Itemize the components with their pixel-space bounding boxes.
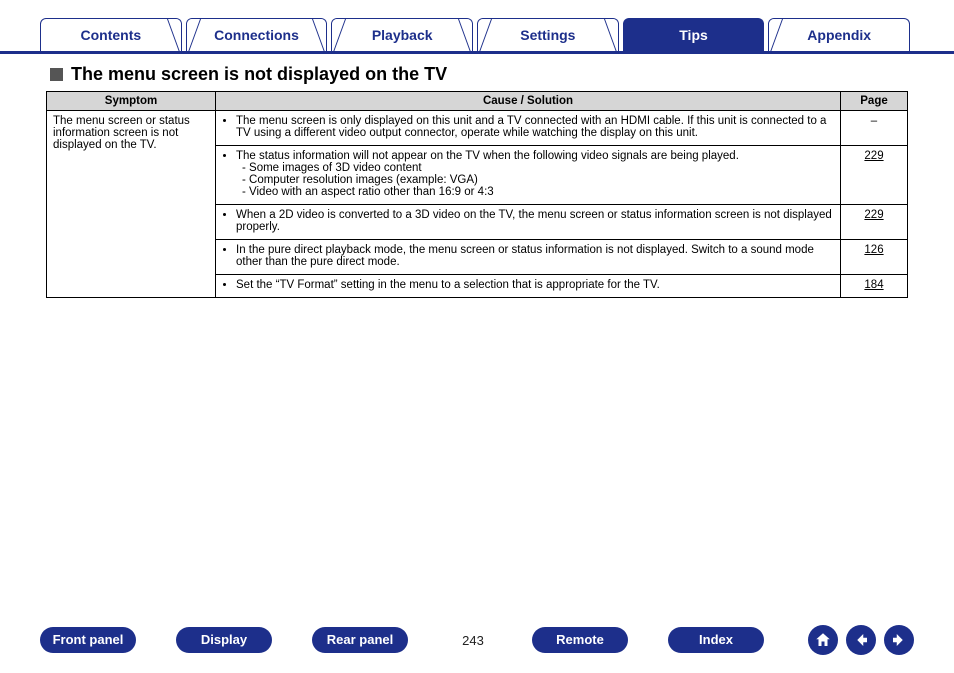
troubleshoot-table: Symptom Cause / Solution Page The menu s…: [46, 91, 908, 298]
section-title: The menu screen is not displayed on the …: [71, 64, 447, 85]
tab-label: Contents: [81, 27, 142, 43]
bullet-square-icon: [50, 68, 63, 81]
page-ref[interactable]: 126: [841, 240, 908, 275]
tab-connections[interactable]: Connections: [186, 18, 332, 51]
solution-sub: - Video with an aspect ratio other than …: [242, 186, 494, 198]
prev-page-icon[interactable]: [846, 625, 876, 655]
btn-front-panel[interactable]: Front panel: [40, 627, 136, 653]
tab-label: Playback: [372, 27, 433, 43]
home-icon[interactable]: [808, 625, 838, 655]
tab-label: Tips: [679, 27, 708, 43]
page-ref[interactable]: 229: [841, 146, 908, 205]
symptom-cell: The menu screen or status information sc…: [47, 111, 216, 298]
col-symptom: Symptom: [47, 92, 216, 111]
page-ref: –: [841, 111, 908, 146]
tab-settings[interactable]: Settings: [477, 18, 623, 51]
btn-rear-panel[interactable]: Rear panel: [312, 627, 408, 653]
tab-label: Appendix: [807, 27, 871, 43]
col-page: Page: [841, 92, 908, 111]
btn-display[interactable]: Display: [176, 627, 272, 653]
tab-contents[interactable]: Contents: [40, 18, 186, 51]
bottom-bar: Front panel Display Rear panel 243 Remot…: [0, 625, 954, 655]
tab-appendix[interactable]: Appendix: [768, 18, 914, 51]
page-number: 243: [448, 633, 498, 648]
tab-playback[interactable]: Playback: [331, 18, 477, 51]
solution-text: Set the “TV Format” setting in the menu …: [236, 279, 834, 291]
solution-sub: - Computer resolution images (example: V…: [242, 174, 478, 186]
solution-text: In the pure direct playback mode, the me…: [236, 244, 834, 268]
page-ref[interactable]: 184: [841, 275, 908, 298]
section-heading: The menu screen is not displayed on the …: [0, 54, 954, 91]
solution-cell: The menu screen is only displayed on thi…: [216, 111, 841, 146]
solution-cell: In the pure direct playback mode, the me…: [216, 240, 841, 275]
btn-remote[interactable]: Remote: [532, 627, 628, 653]
solution-cell: When a 2D video is converted to a 3D vid…: [216, 205, 841, 240]
next-page-icon[interactable]: [884, 625, 914, 655]
solution-text: When a 2D video is converted to a 3D vid…: [236, 209, 834, 233]
solution-text: The menu screen is only displayed on thi…: [236, 115, 834, 139]
page-ref[interactable]: 229: [841, 205, 908, 240]
tab-tips[interactable]: Tips: [623, 18, 769, 51]
btn-index[interactable]: Index: [668, 627, 764, 653]
tab-label: Connections: [214, 27, 299, 43]
top-tabs: Contents Connections Playback Settings T…: [0, 0, 954, 54]
col-cause: Cause / Solution: [216, 92, 841, 111]
tab-label: Settings: [520, 27, 575, 43]
solution-cell: Set the “TV Format” setting in the menu …: [216, 275, 841, 298]
solution-text: The status information will not appear o…: [236, 150, 739, 162]
solution-cell: The status information will not appear o…: [216, 146, 841, 205]
solution-sub: - Some images of 3D video content: [242, 162, 422, 174]
nav-icons: [808, 625, 914, 655]
